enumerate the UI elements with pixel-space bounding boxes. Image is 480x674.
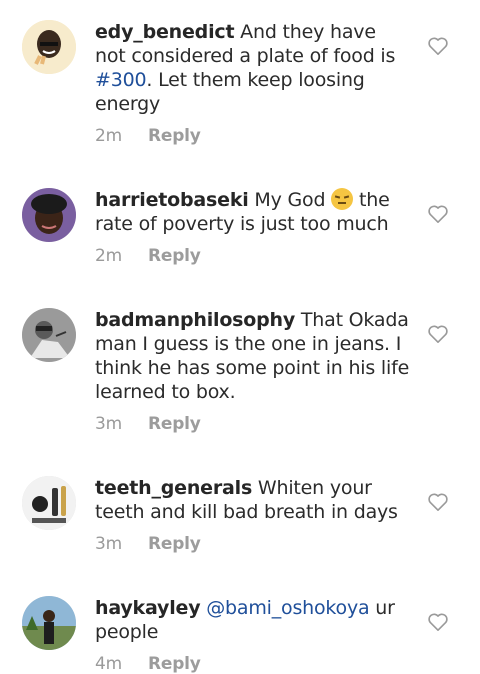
comment-username[interactable]: edy_benedict [95, 21, 235, 43]
like-heart-icon[interactable] [427, 612, 449, 632]
comment-username[interactable]: haykayley [95, 597, 201, 619]
comment-meta: 3m Reply [95, 534, 201, 554]
comment-time: 3m [95, 534, 122, 554]
reply-button[interactable]: Reply [148, 534, 201, 554]
comment-username[interactable]: teeth_generals [95, 477, 252, 499]
like-heart-icon[interactable] [427, 204, 449, 224]
like-heart-icon[interactable] [427, 492, 449, 512]
comment-text: harrietobaseki My God the rate of povert… [95, 188, 390, 235]
comment-text: edy_benedict And they have not considere… [95, 21, 396, 115]
like-heart-icon[interactable] [427, 324, 449, 344]
reply-button[interactable]: Reply [148, 414, 201, 434]
comment-text: teeth_generals Whiten your teeth and kil… [95, 477, 398, 523]
comment-meta: 2m Reply [95, 126, 201, 146]
reply-button[interactable]: Reply [148, 246, 201, 266]
comment-username[interactable]: harrietobaseki [95, 189, 249, 211]
avatar[interactable] [22, 188, 76, 242]
comment-meta: 3m Reply [95, 414, 201, 434]
avatar[interactable] [22, 20, 76, 74]
hashtag-link[interactable]: #300 [95, 69, 147, 91]
avatar[interactable] [22, 596, 76, 650]
comment-meta: 4m Reply [95, 654, 201, 674]
reply-button[interactable]: Reply [148, 126, 201, 146]
reply-button[interactable]: Reply [148, 654, 201, 674]
comment-meta: 2m Reply [95, 246, 201, 266]
mention-link[interactable]: @bami_oshokoya [206, 597, 369, 619]
unamused-face-emoji [331, 188, 354, 210]
avatar[interactable] [22, 308, 76, 362]
comment-time: 3m [95, 414, 122, 434]
comment-time: 2m [95, 246, 122, 266]
comment-text: badmanphilosophy That Okada man I guess … [95, 309, 410, 403]
like-heart-icon[interactable] [427, 36, 449, 56]
comment-text: haykayley @bami_oshokoya ur people [95, 597, 395, 643]
comment-time: 4m [95, 654, 122, 674]
comment-username[interactable]: badmanphilosophy [95, 309, 295, 331]
avatar[interactable] [22, 476, 76, 530]
comment-time: 2m [95, 126, 122, 146]
